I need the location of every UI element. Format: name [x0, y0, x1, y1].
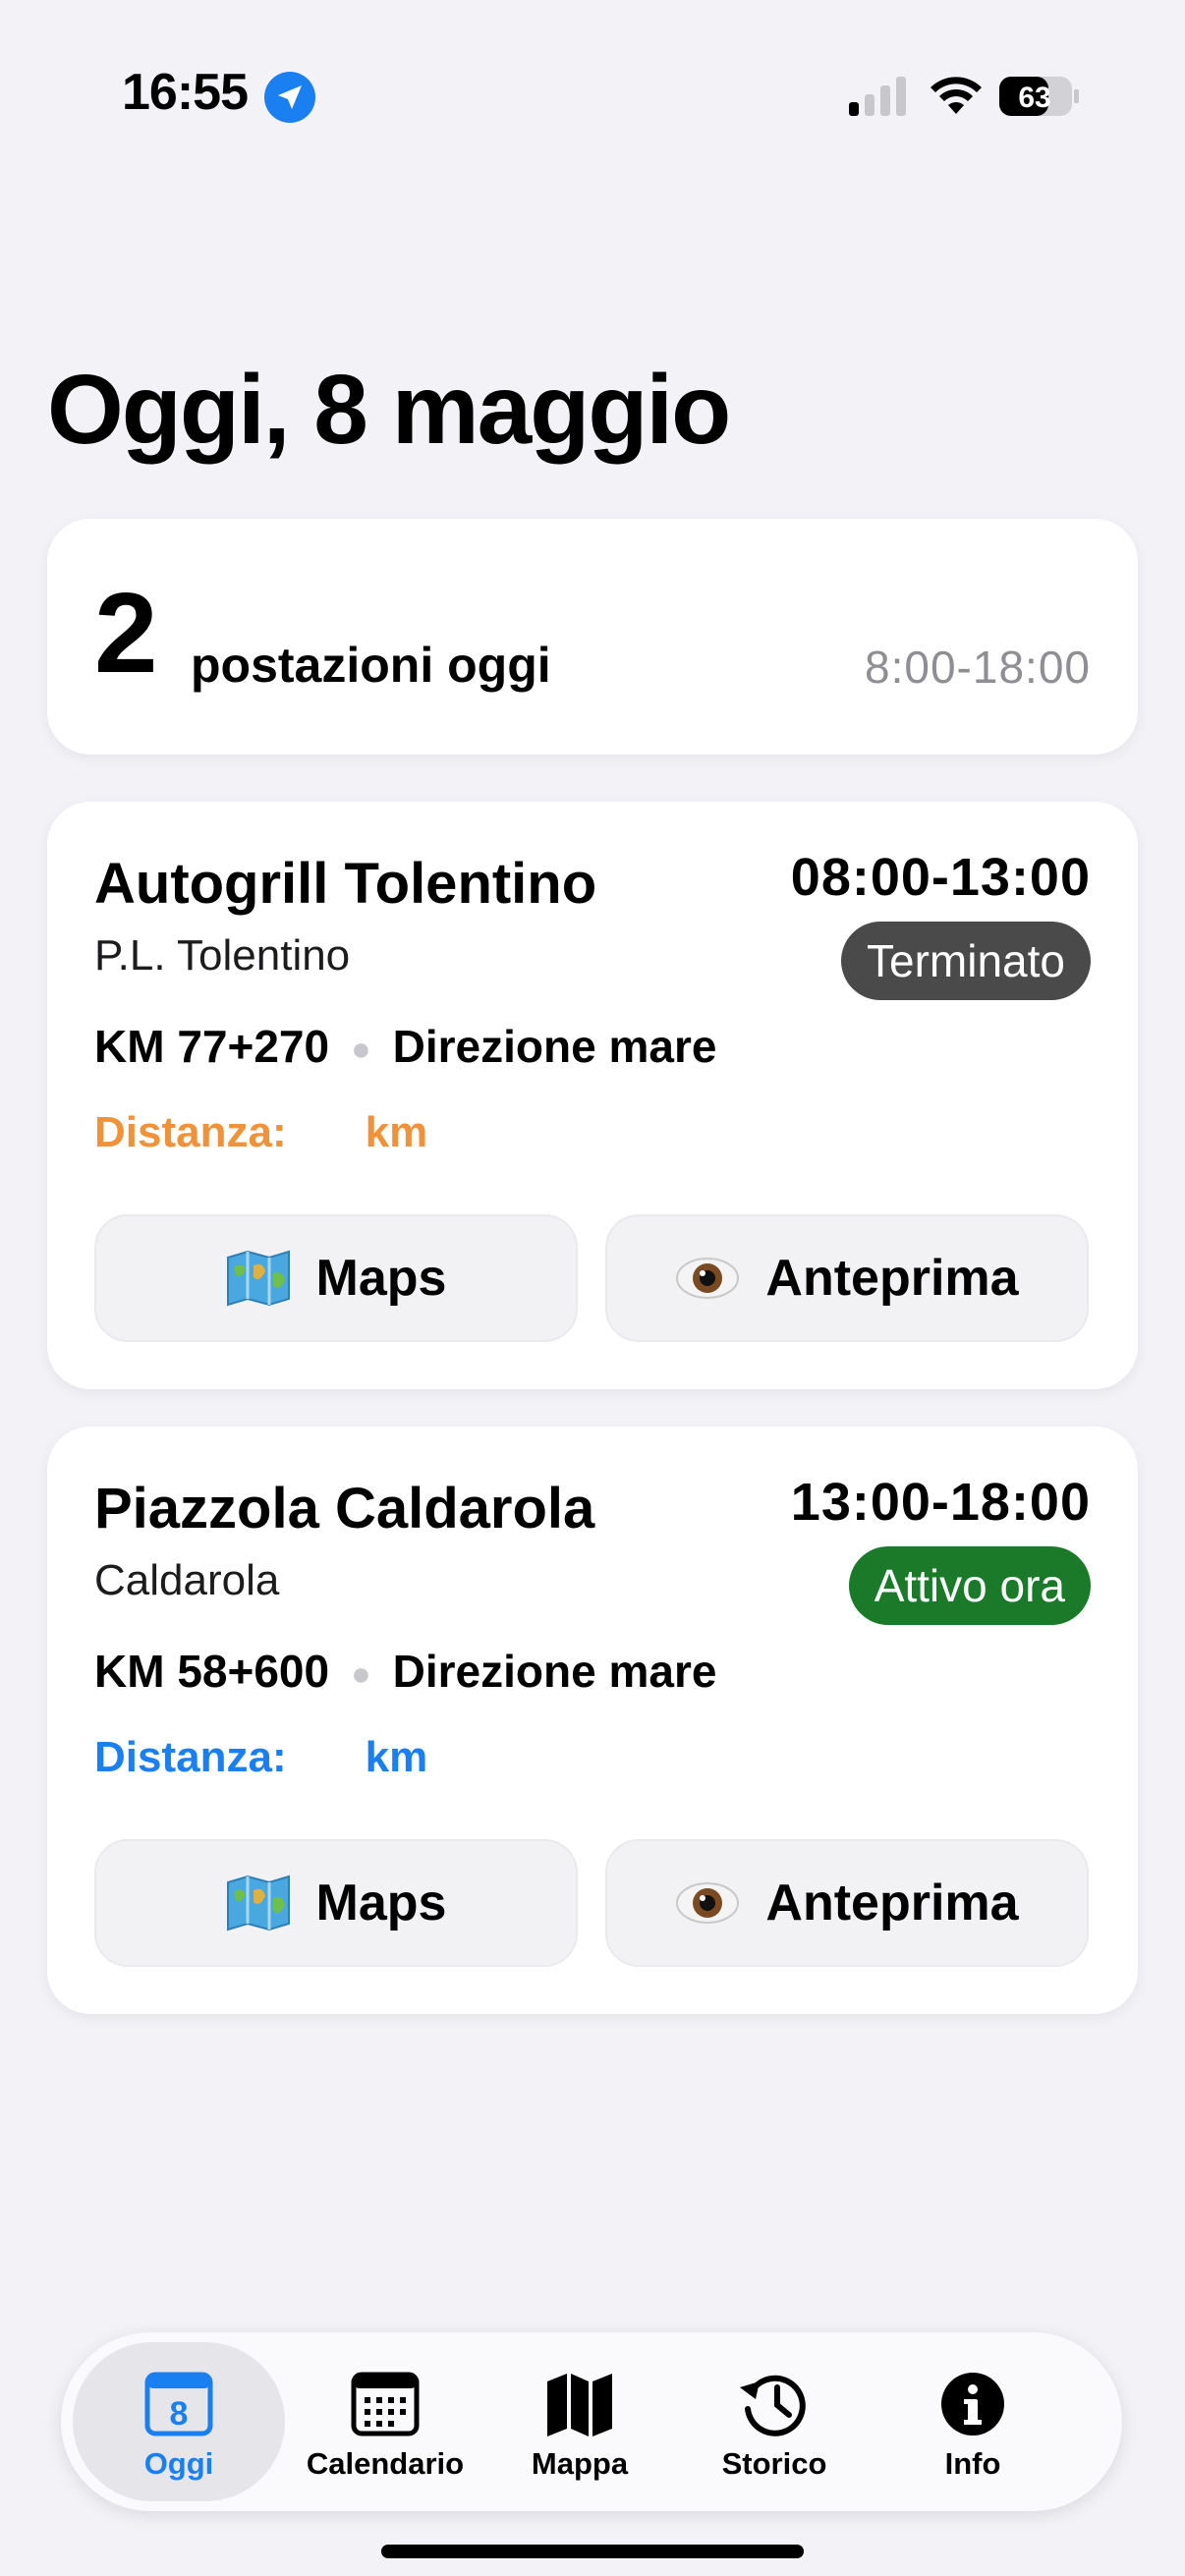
- summary-card: 2 postazioni oggi 8:00-18:00: [47, 519, 1138, 755]
- tab-label: Info: [944, 2446, 1001, 2481]
- page-title: Oggi, 8 maggio: [47, 355, 731, 465]
- location-subtitle: P.L. Tolentino: [94, 931, 351, 980]
- location-card[interactable]: Autogrill Tolentino P.L. Tolentino 08:00…: [47, 802, 1138, 1389]
- postazioni-label: postazioni oggi: [191, 638, 551, 693]
- status-badge: Attivo ora: [848, 1546, 1091, 1625]
- separator-dot: ●: [351, 1655, 371, 1694]
- location-subtitle: Caldarola: [94, 1556, 280, 1604]
- wifi-icon: [931, 77, 982, 114]
- tab-label: Calendario: [306, 2446, 465, 2481]
- tab-label: Oggi: [143, 2446, 214, 2481]
- km-row: KM 58+600 ● Direzione mare: [94, 1645, 716, 1698]
- preview-button[interactable]: Anteprima: [605, 1839, 1089, 1967]
- tab-calendario[interactable]: Calendario: [279, 2342, 491, 2501]
- separator-dot: ●: [351, 1031, 371, 1069]
- distance-row: Distanza: km: [94, 1733, 427, 1782]
- battery-level: 63: [1018, 82, 1050, 114]
- tab-label: Mappa: [531, 2446, 629, 2481]
- postazioni-count: 2: [94, 569, 158, 697]
- eye-emoji-icon: [676, 1882, 740, 1924]
- status-time: 16:55: [122, 64, 249, 121]
- distance-unit: km: [365, 1733, 428, 1781]
- eye-emoji-icon: [676, 1258, 740, 1299]
- direction: Direzione mare: [392, 1646, 717, 1697]
- maps-button[interactable]: Maps: [94, 1839, 578, 1967]
- tab-oggi[interactable]: 8 Oggi: [73, 2342, 285, 2501]
- maps-label: Maps: [315, 1875, 447, 1932]
- home-indicator: [381, 2545, 804, 2558]
- status-badge: Terminato: [841, 922, 1091, 1000]
- status-bar: 16:55 63: [0, 0, 1185, 167]
- direction: Direzione mare: [392, 1021, 717, 1072]
- history-icon: [740, 2375, 806, 2436]
- tab-label: Storico: [721, 2446, 827, 2481]
- tab-bar: 8 Oggi Calendario Mappa Storico Info: [61, 2332, 1122, 2511]
- location-name: Piazzola Caldarola: [94, 1477, 595, 1540]
- info-icon: [941, 2373, 1004, 2436]
- preview-label: Anteprima: [765, 1875, 1019, 1932]
- map-emoji-icon: [226, 1875, 290, 1932]
- map-icon: [547, 2374, 612, 2436]
- location-name: Autogrill Tolentino: [94, 852, 597, 916]
- distance-unit: km: [365, 1108, 428, 1156]
- calendar-grid-icon: [351, 2372, 420, 2436]
- cellular-signal-icon: [849, 77, 906, 116]
- distance-label: Distanza:: [94, 1733, 287, 1781]
- calendar-day-number: 8: [170, 2395, 189, 2433]
- calendar-day-icon: 8: [144, 2372, 213, 2436]
- location-card[interactable]: Piazzola Caldarola Caldarola 13:00-18:00…: [47, 1427, 1138, 2014]
- distance-row: Distanza: km: [94, 1108, 427, 1157]
- tab-info[interactable]: Info: [867, 2342, 1079, 2501]
- tab-mappa[interactable]: Mappa: [474, 2342, 686, 2501]
- location-time-range: 13:00-18:00: [790, 1473, 1091, 1532]
- preview-label: Anteprima: [765, 1250, 1019, 1307]
- map-emoji-icon: [226, 1250, 290, 1307]
- location-time-range: 08:00-13:00: [790, 848, 1091, 907]
- location-arrow-icon: [264, 72, 315, 123]
- summary-hours: 8:00-18:00: [865, 642, 1091, 693]
- tab-storico[interactable]: Storico: [668, 2342, 880, 2501]
- distance-label: Distanza:: [94, 1108, 287, 1156]
- maps-label: Maps: [315, 1250, 447, 1307]
- maps-button[interactable]: Maps: [94, 1214, 578, 1342]
- preview-button[interactable]: Anteprima: [605, 1214, 1089, 1342]
- km-marker: KM 58+600: [94, 1646, 330, 1697]
- km-row: KM 77+270 ● Direzione mare: [94, 1020, 716, 1073]
- battery-icon: 63: [999, 77, 1079, 116]
- km-marker: KM 77+270: [94, 1021, 330, 1072]
